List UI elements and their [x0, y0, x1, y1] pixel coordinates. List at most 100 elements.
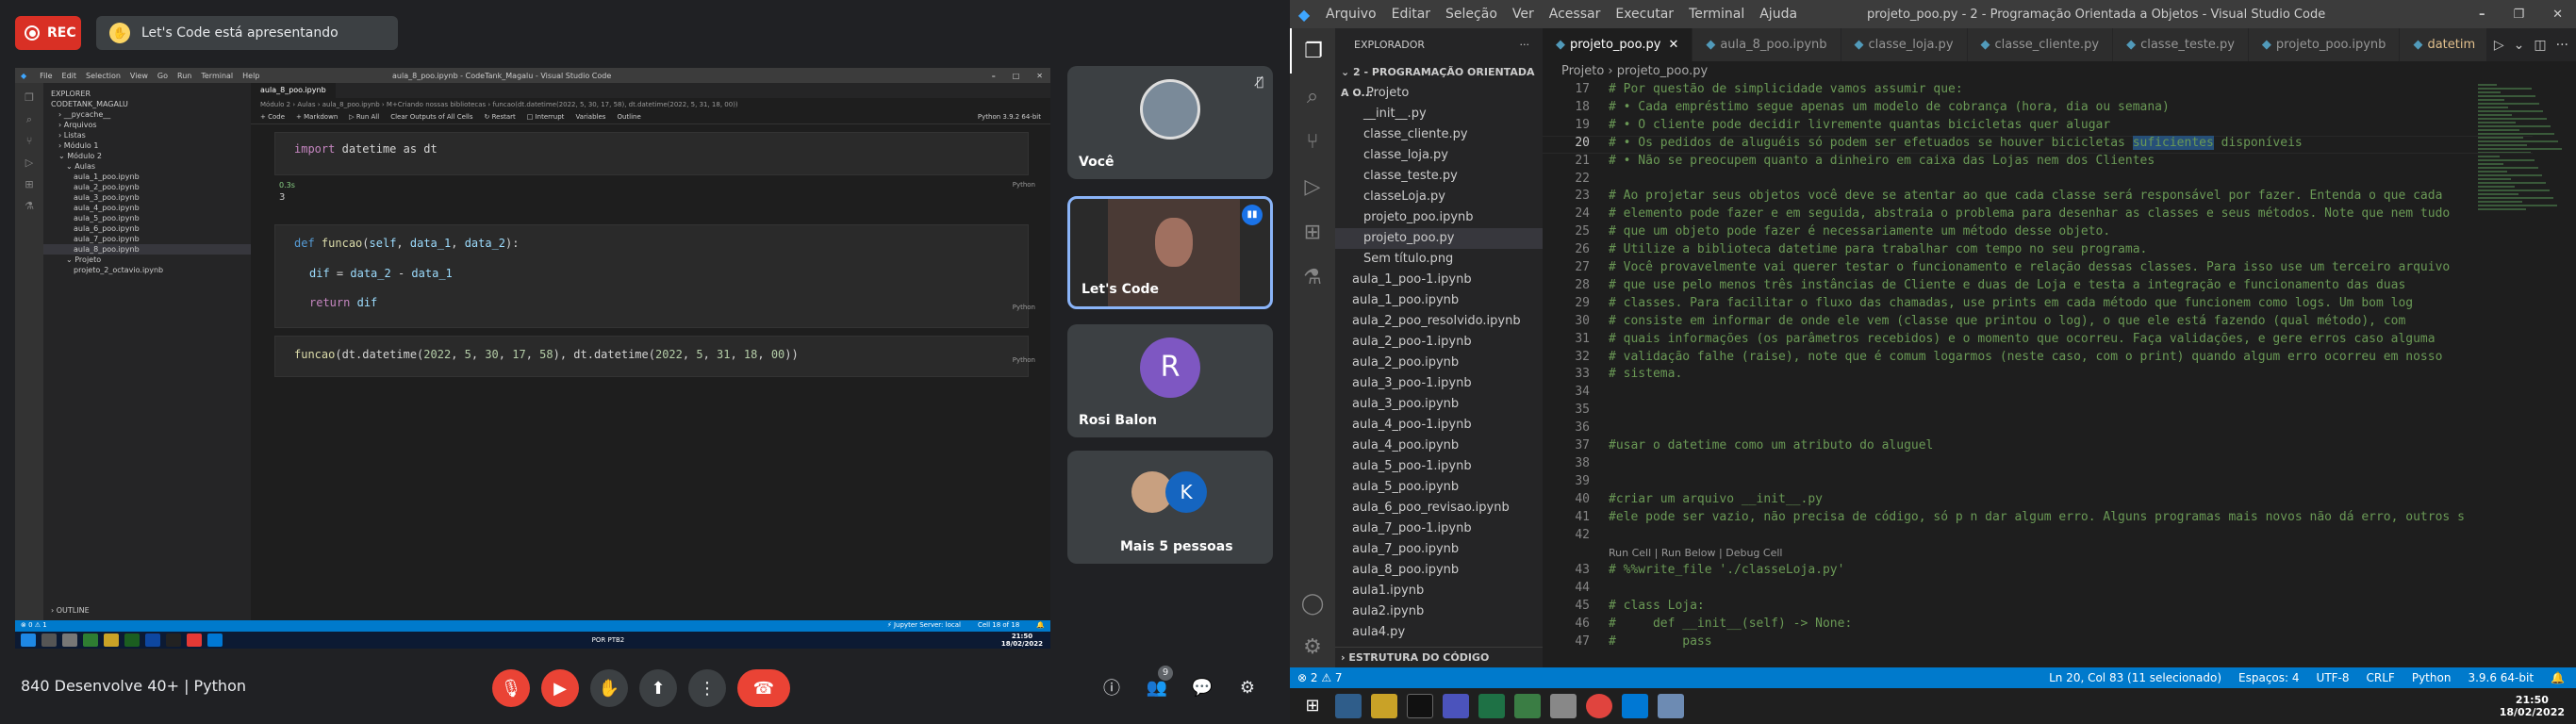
status-item[interactable]: Ln 20, Col 83 (11 selecionado): [2049, 667, 2221, 688]
people-button[interactable]: 👥 9: [1143, 666, 1173, 701]
menu-item[interactable]: Acessar: [1542, 7, 1609, 22]
windows-start-icon[interactable]: ⊞: [1299, 694, 1326, 718]
outline-section[interactable]: › ESTRUTURA DO CÓDIGO: [1335, 647, 1543, 667]
file-tree-item[interactable]: projeto_poo.ipynb: [1335, 207, 1543, 228]
minimap-line: [2478, 178, 2511, 180]
search-icon: ⌕: [25, 113, 33, 125]
source-control-icon[interactable]: ⑂: [1290, 119, 1335, 164]
participant-tile-speaker[interactable]: ▮▮ Let's Code: [1067, 196, 1273, 309]
app-icon[interactable]: [1658, 694, 1684, 718]
run-debug-icon[interactable]: ▷: [1290, 164, 1335, 209]
chrome-icon[interactable]: [1586, 694, 1612, 718]
search-icon[interactable]: ⌕: [1290, 74, 1335, 119]
status-item[interactable]: Espaços: 4: [2238, 667, 2300, 688]
file-tree-item[interactable]: aula_6_poo_revisao.ipynb: [1335, 498, 1543, 518]
leave-call-button[interactable]: ☎: [737, 669, 790, 707]
menu-item[interactable]: Executar: [1608, 7, 1681, 22]
menu-item[interactable]: Seleção: [1438, 7, 1505, 22]
file-tree-item[interactable]: aula_1_poo.ipynb: [1335, 290, 1543, 311]
chat-button[interactable]: 💬: [1188, 673, 1216, 701]
extensions-icon[interactable]: ⊞: [1290, 209, 1335, 255]
file-tree-item[interactable]: classe_teste.py: [1335, 166, 1543, 187]
file-tree-item[interactable]: classe_loja.py: [1335, 145, 1543, 166]
file-tree-item[interactable]: aula4.py: [1335, 622, 1543, 643]
file-tree-item[interactable]: aula_7_poo.ipynb: [1335, 539, 1543, 560]
editor-tab[interactable]: ◆ projeto_poo.ipynb: [2248, 28, 2401, 61]
file-tree-item[interactable]: aula_2_poo.ipynb: [1335, 353, 1543, 373]
app-icon[interactable]: [1514, 694, 1541, 718]
file-tree-item[interactable]: aula_7_poo-1.ipynb: [1335, 518, 1543, 539]
status-item[interactable]: 3.9.6 64-bit: [2468, 667, 2534, 688]
more-actions-icon[interactable]: ···: [2556, 38, 2568, 53]
file-tree-item[interactable]: Sem título.png: [1335, 249, 1543, 270]
app-icon[interactable]: [1335, 694, 1362, 718]
present-button[interactable]: ⬆: [639, 669, 677, 707]
file-tree-item[interactable]: aula2.ipynb: [1335, 601, 1543, 622]
more-options-button[interactable]: ⋮: [688, 669, 726, 707]
flask-icon[interactable]: ⚗: [1290, 255, 1335, 300]
code-lens[interactable]: Run Cell | Run Below | Debug Cell: [1609, 547, 1782, 559]
file-tree-item[interactable]: classe_cliente.py: [1335, 124, 1543, 145]
editor-tab[interactable]: ◆ classe_teste.py: [2113, 28, 2249, 61]
split-editor-icon[interactable]: ◫: [2534, 38, 2546, 53]
file-tree-item[interactable]: aula_4_poo-1.ipynb: [1335, 415, 1543, 436]
participant-tile-self[interactable]: 🎙̸ Você: [1067, 66, 1273, 179]
participant-tile-rosi[interactable]: R Rosi Balon: [1067, 324, 1273, 437]
account-icon[interactable]: ◯: [1290, 581, 1335, 626]
menu-item[interactable]: Ver: [1505, 7, 1542, 22]
editor-tab[interactable]: ◆ aula_8_poo.ipynb: [1693, 28, 1841, 61]
status-item[interactable]: 🔔: [2551, 667, 2565, 688]
vscode-icon[interactable]: [1622, 694, 1648, 718]
file-tree-item[interactable]: aula_2_poo_resolvido.ipynb: [1335, 311, 1543, 332]
file-tree-item[interactable]: classeLoja.py: [1335, 187, 1543, 207]
run-icon[interactable]: ▷: [2494, 38, 2504, 53]
mic-toggle-button[interactable]: 🎙: [492, 669, 530, 707]
app-icon[interactable]: [1443, 694, 1469, 718]
file-tree-item[interactable]: aula_3_poo.ipynb: [1335, 394, 1543, 415]
file-tree-item[interactable]: aula_8_poo.ipynb: [1335, 560, 1543, 581]
excel-icon[interactable]: [1478, 694, 1505, 718]
close-icon[interactable]: ✕: [2552, 8, 2563, 22]
code-editor[interactable]: 17 # Por questão de simplicidade vamos as…: [1543, 82, 2576, 667]
file-tree-item[interactable]: aula_4_poo.ipynb: [1335, 436, 1543, 456]
file-tree-item[interactable]: aula1.ipynb: [1335, 581, 1543, 601]
calculator-icon[interactable]: [1550, 694, 1577, 718]
settings-gear-icon[interactable]: ⚙: [1290, 624, 1335, 669]
file-tree-item[interactable]: aula_2_poo-1.ipynb: [1335, 332, 1543, 353]
minimize-icon[interactable]: –: [2479, 8, 2485, 22]
status-item[interactable]: Python: [2412, 667, 2452, 688]
file-tree-item[interactable]: aula_1_poo-1.ipynb: [1335, 270, 1543, 290]
editor-tab[interactable]: ◆ classe_loja.py: [1841, 28, 1968, 61]
maximize-icon[interactable]: ❐: [2513, 8, 2524, 22]
menu-item[interactable]: Editar: [1384, 7, 1438, 22]
menu-item[interactable]: Arquivo: [1318, 7, 1384, 22]
status-item[interactable]: UTF-8: [2317, 667, 2350, 688]
file-tree-item[interactable]: projeto_poo.py: [1335, 228, 1543, 249]
participant-tile-more[interactable]: K Mais 5 pessoas: [1067, 451, 1273, 564]
status-item[interactable]: CRLF: [2367, 667, 2395, 688]
editor-tab[interactable]: ◆ classe_cliente.py: [1967, 28, 2114, 61]
activities-button[interactable]: ⚙: [1233, 673, 1262, 701]
file-tree-item[interactable]: __init__.py: [1335, 104, 1543, 124]
menu-item[interactable]: Ajuda: [1752, 7, 1805, 22]
raise-hand-button[interactable]: ✋: [590, 669, 628, 707]
editor-tab[interactable]: ◆ datetim: [2400, 28, 2490, 61]
editor-tab[interactable]: ◆ projeto_poo.py ✕: [1543, 28, 1693, 61]
explorer-icon[interactable]: ❐: [1290, 28, 1335, 74]
chevron-down-icon[interactable]: ⌄: [2514, 38, 2525, 53]
close-tab-icon[interactable]: ✕: [1668, 38, 1678, 52]
file-tree-item[interactable]: aula_3_poo-1.ipynb: [1335, 373, 1543, 394]
folder-icon[interactable]: [1371, 694, 1397, 718]
file-tree-item[interactable]: ⌄ Projeto: [1335, 83, 1543, 104]
more-actions-icon[interactable]: ···: [1520, 28, 1530, 62]
file-tree-item[interactable]: aula_5_poo.ipynb: [1335, 477, 1543, 498]
menu-item[interactable]: Terminal: [1681, 7, 1752, 22]
camera-toggle-button[interactable]: ▶: [541, 669, 579, 707]
status-problems[interactable]: ⊗ 2 ⚠ 7: [1297, 667, 1343, 688]
terminal-icon[interactable]: [1407, 694, 1433, 718]
file-tree-item[interactable]: aula_5_poo-1.ipynb: [1335, 456, 1543, 477]
info-button[interactable]: ⓘ: [1098, 673, 1126, 701]
shared-tab: aula_8_poo.ipynb: [251, 83, 336, 98]
workspace-section[interactable]: ⌄ 2 - PROGRAMAÇÃO ORIENTADA A O...: [1335, 62, 1543, 99]
editor-breadcrumb[interactable]: Projeto › projeto_poo.py: [1543, 61, 2576, 82]
